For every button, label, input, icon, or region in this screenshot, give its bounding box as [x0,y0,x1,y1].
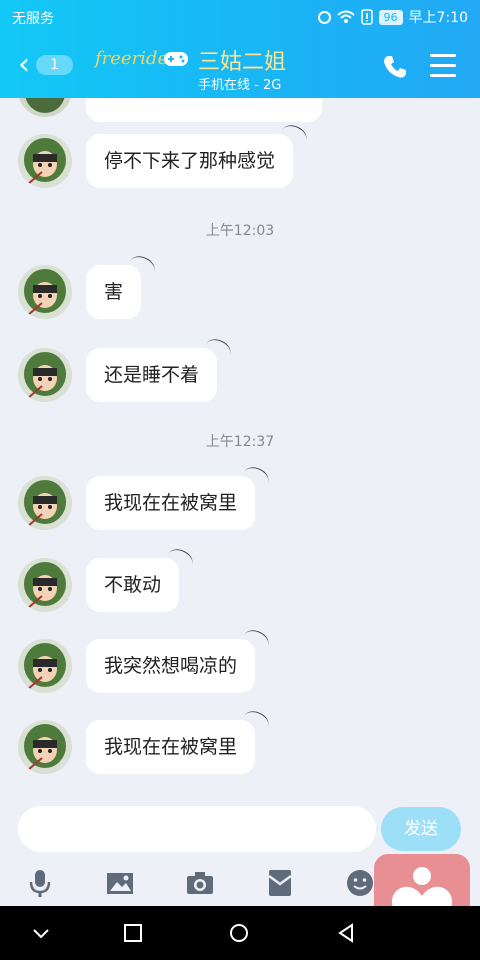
avatar[interactable] [18,348,72,402]
contact-avatar-image [18,639,72,693]
microphone-icon[interactable] [25,868,55,898]
message-bubble[interactable] [86,98,322,122]
unread-count-badge: 1 [36,55,73,75]
avatar[interactable] [18,134,72,188]
avatar[interactable] [18,639,72,693]
header: 无服务 96 早上7:10 ‹ 1 freeride 三姑二姐 手机在线 - 2… [0,0,480,98]
image-icon[interactable] [105,868,135,898]
input-row: 发送 [0,798,480,862]
back-triangle-icon[interactable] [335,922,357,944]
contact-avatar-image [18,98,72,117]
contact-name[interactable]: 三姑二姐 [198,44,286,76]
phone-icon[interactable] [382,54,408,80]
recent-apps-icon[interactable] [122,922,144,944]
message-input[interactable] [18,806,376,852]
contact-avatar-image [18,265,72,319]
status-right: 96 早上7:10 [317,7,468,27]
battery-indicator: 96 [378,9,403,25]
message-bubble[interactable]: 我突然想喝凉的 [86,639,256,693]
contact-status: 手机在线 - 2G [198,78,282,93]
wifi-icon [336,10,355,23]
vip-logo: freeride [95,48,169,69]
title-bar: ‹ 1 freeride 三姑二姐 手机在线 - 2G [0,34,480,98]
avatar[interactable] [18,265,72,319]
contact-avatar-image [18,348,72,402]
avatar[interactable] [18,720,72,774]
sim-alert-icon [360,9,373,25]
message-bubble[interactable]: 不敢动 [86,558,180,612]
contact-avatar-image [18,558,72,612]
status-bar: 无服务 96 早上7:10 [0,0,480,34]
back-button[interactable]: ‹ 1 [18,50,73,80]
contact-avatar-image [18,134,72,188]
gamepad-icon [164,52,188,66]
message-bubble[interactable]: 害 [86,265,142,319]
red-packet-icon[interactable] [265,868,295,898]
camera-icon[interactable] [185,868,215,898]
alarm-icon [317,10,331,24]
message-bubble[interactable]: 停不下来了那种感觉 [86,134,294,188]
message-bubble[interactable]: 还是睡不着 [86,348,218,402]
contact-avatar-image [18,720,72,774]
timestamp: 上午12:37 [205,434,275,450]
menu-icon[interactable] [430,54,456,78]
system-nav-bar [0,906,480,960]
emoji-icon[interactable] [345,868,375,898]
message-bubble[interactable]: 我现在在被窝里 [86,720,256,774]
message-bubble[interactable]: 我现在在被窝里 [86,476,256,530]
avatar[interactable] [18,476,72,530]
timestamp: 上午12:03 [205,223,275,239]
clock: 早上7:10 [408,10,468,26]
chevron-left-icon: ‹ [18,47,30,82]
chat-area[interactable]: 停不下来了那种感觉 上午12:03 害 还是睡不着 上午12:37 我现在在被窝… [0,98,480,798]
home-icon[interactable] [228,922,250,944]
avatar[interactable] [18,98,72,117]
send-button[interactable]: 发送 [381,807,461,851]
contact-avatar-image [18,476,72,530]
chevron-down-icon[interactable] [30,922,52,944]
avatar[interactable] [18,558,72,612]
carrier-label: 无服务 [12,11,54,27]
